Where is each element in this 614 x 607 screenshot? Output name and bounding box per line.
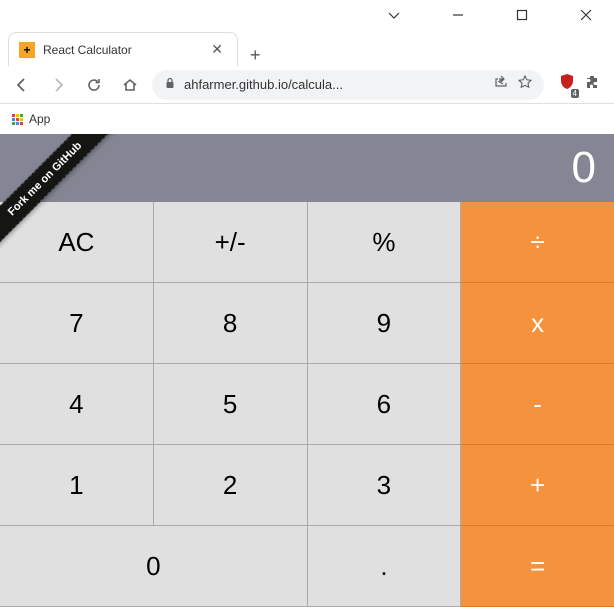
forward-button[interactable] (44, 71, 72, 99)
eight-button[interactable]: 8 (154, 283, 308, 364)
two-button[interactable]: 2 (154, 445, 308, 526)
maximize-icon[interactable] (502, 0, 542, 30)
window-controls (0, 0, 614, 30)
close-tab-icon[interactable]: ✕ (207, 39, 227, 60)
sign-button[interactable]: +/- (154, 202, 308, 283)
lock-icon (164, 77, 176, 92)
browser-toolbar: ahfarmer.github.io/calcula... 4 (0, 66, 614, 104)
minimize-icon[interactable] (438, 0, 478, 30)
multiply-button[interactable]: x (461, 283, 614, 364)
github-ribbon[interactable]: Fork me on GitHub (0, 134, 130, 264)
tab-strip: + React Calculator ✕ + (0, 30, 614, 66)
extensions-icon[interactable] (584, 74, 600, 95)
five-button[interactable]: 5 (154, 364, 308, 445)
share-icon[interactable] (494, 75, 508, 94)
bookmarks-bar: App (0, 104, 614, 134)
home-button[interactable] (116, 71, 144, 99)
four-button[interactable]: 4 (0, 364, 154, 445)
add-button[interactable]: + (461, 445, 614, 526)
tab-react-calculator[interactable]: + React Calculator ✕ (8, 32, 238, 66)
reload-button[interactable] (80, 71, 108, 99)
zero-button[interactable]: 0 (0, 526, 308, 607)
close-window-icon[interactable] (566, 0, 606, 30)
equals-button[interactable]: = (461, 526, 614, 607)
tab-title: React Calculator (43, 43, 207, 57)
shield-badge: 4 (571, 89, 579, 98)
github-ribbon-label: Fork me on GitHub (0, 134, 121, 255)
subtract-button[interactable]: - (461, 364, 614, 445)
chevron-down-icon[interactable] (374, 0, 414, 30)
divide-button[interactable]: ÷ (461, 202, 614, 283)
nine-button[interactable]: 9 (308, 283, 462, 364)
address-bar[interactable]: ahfarmer.github.io/calcula... (152, 70, 544, 100)
star-icon[interactable] (518, 75, 532, 94)
favicon-icon: + (19, 42, 35, 58)
six-button[interactable]: 6 (308, 364, 462, 445)
decimal-button[interactable]: . (308, 526, 462, 607)
seven-button[interactable]: 7 (0, 283, 154, 364)
new-tab-button[interactable]: + (238, 45, 273, 66)
one-button[interactable]: 1 (0, 445, 154, 526)
calculator-app: Fork me on GitHub 0 AC +/- % ÷ 7 8 9 x 4… (0, 134, 614, 607)
back-button[interactable] (8, 71, 36, 99)
bookmark-app[interactable]: App (29, 112, 50, 126)
url-text: ahfarmer.github.io/calcula... (184, 77, 486, 92)
apps-icon[interactable] (12, 114, 23, 125)
three-button[interactable]: 3 (308, 445, 462, 526)
shield-extension-icon[interactable]: 4 (558, 73, 576, 96)
percent-button[interactable]: % (308, 202, 462, 283)
